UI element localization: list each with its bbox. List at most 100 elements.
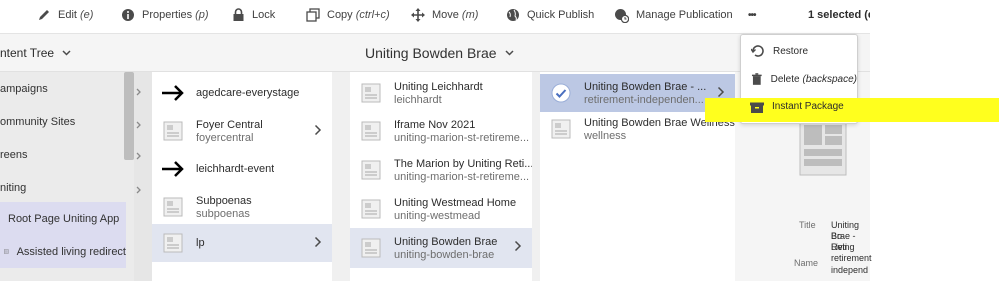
edit-label: Edit (58, 9, 77, 21)
chevron-right-icon[interactable] (314, 124, 322, 136)
page-thumbnail-icon (160, 230, 186, 256)
content-tree-rail: ampaigns ommunity Sites reens niting Roo… (0, 72, 152, 281)
page-title[interactable]: Uniting Bowden Brae (365, 34, 514, 72)
info-icon (122, 9, 134, 21)
content-tree-switcher[interactable]: ntent Tree (0, 34, 71, 72)
list-item[interactable]: Uniting Leichhardt leichhardt (350, 74, 532, 112)
rail-item-root-page[interactable]: Root Page Uniting App (0, 202, 126, 235)
rail-item-label: ampaigns (0, 82, 48, 95)
manage-publication-label: Manage Publication (636, 9, 733, 21)
quick-publish-button[interactable]: Quick Publish (506, 0, 594, 30)
item-title: Uniting Leichhardt (394, 80, 483, 93)
lock-button[interactable]: Lock (232, 0, 275, 30)
item-name: uniting-marion-st-retireme... (394, 170, 530, 183)
title-value-line: Living (831, 242, 855, 252)
list-item[interactable]: The Marion by Uniting Reti... uniting-mar… (350, 151, 532, 189)
copy-label: Copy (327, 9, 353, 21)
check-circle-icon[interactable] (548, 80, 574, 106)
move-icon (411, 8, 425, 22)
instant-package-menu-item[interactable]: Instant Package (772, 101, 844, 112)
name-value-line: independ (831, 265, 869, 275)
action-toolbar: Edit (e) Properties (p) Lock Copy (ctrl+… (0, 0, 870, 34)
name-value-line: retirement (831, 253, 872, 263)
column-1: agedcare-everystage Foyer Central foyerce… (152, 72, 332, 281)
move-shortcut: (m) (461, 9, 479, 21)
properties-shortcut: (p) (195, 9, 209, 21)
rail-item-label: ommunity Sites (0, 115, 76, 128)
item-title: Subpoenas (196, 194, 252, 207)
item-name: wellness (584, 129, 627, 142)
item-title: Uniting Bowden Brae - ... (584, 80, 707, 93)
list-item[interactable]: agedcare-everystage (152, 74, 332, 112)
item-title: lp (196, 237, 205, 249)
list-item-selected[interactable]: Uniting Bowden Brae uniting-bowden-brae (350, 228, 532, 268)
manage-publication-button[interactable]: Manage Publication (614, 0, 733, 30)
chevron-right-icon (136, 186, 141, 194)
properties-button[interactable]: Properties (p) (121, 0, 209, 30)
chevron-right-icon[interactable] (314, 236, 322, 248)
item-name: leichhardt (394, 93, 442, 106)
rail-item[interactable]: reens (0, 138, 126, 171)
list-item[interactable]: Subpoenas subpoenas (152, 188, 332, 226)
item-title: Uniting Bowden Brae (394, 235, 498, 248)
rail-item[interactable]: ampaigns (0, 72, 126, 105)
edit-button[interactable]: Edit (e) (37, 0, 93, 30)
arrow-right-icon (160, 80, 186, 106)
title-label: Title (799, 220, 816, 230)
column-separator (332, 72, 350, 281)
item-title: Uniting Westmead Home (394, 196, 517, 209)
chevron-right-icon[interactable] (514, 240, 522, 252)
page-thumbnail-icon (358, 157, 384, 183)
column-separator (532, 72, 540, 281)
rail-item[interactable]: niting (0, 171, 126, 204)
rail-item[interactable]: ommunity Sites (0, 105, 126, 138)
item-title: The Marion by Uniting Reti... (394, 157, 532, 170)
lock-label: Lock (252, 9, 276, 21)
rail-edge (134, 72, 152, 281)
delete-menu-item[interactable]: Delete (backspace) (741, 66, 857, 92)
move-button[interactable]: Move (m) (411, 0, 478, 30)
copy-icon (306, 8, 320, 22)
item-name: uniting-marion-st-retireme... (394, 131, 530, 144)
page-thumbnail-icon (358, 196, 384, 222)
list-item-selected[interactable]: lp (152, 224, 332, 262)
package-icon (750, 102, 764, 113)
item-title: agedcare-everystage (196, 87, 300, 99)
item-title: Foyer Central (196, 118, 263, 131)
page-thumbnail-icon (548, 116, 574, 142)
rail-item-label: Assisted living redirect (16, 245, 126, 258)
page-preview-icon (799, 120, 847, 176)
move-label: Move (432, 9, 459, 21)
list-item[interactable]: Uniting Westmead Home uniting-westmead (350, 190, 532, 228)
restore-menu-item[interactable]: Restore (741, 38, 857, 64)
item-name: foyercentral (196, 131, 254, 144)
lock-icon (233, 8, 244, 21)
item-name: uniting-bowden-brae (394, 248, 495, 261)
copy-shortcut: (ctrl+c) (355, 9, 390, 21)
quick-publish-label: Quick Publish (527, 9, 595, 21)
chevron-right-icon[interactable] (717, 86, 725, 98)
selection-count: 1 selected (es (808, 9, 870, 21)
rail-item-assisted-living[interactable]: Assisted living redirect (0, 235, 126, 268)
item-title: leichhardt-event (196, 163, 275, 175)
rail-scrollbar[interactable] (124, 72, 134, 160)
list-item[interactable]: leichhardt-event (152, 150, 332, 188)
item-name: uniting-westmead (394, 209, 481, 222)
restore-icon (751, 45, 764, 57)
globe-clock-icon (615, 8, 629, 23)
delete-shortcut: (backspace) (802, 73, 857, 85)
column-2: Uniting Leichhardt leichhardt Iframe Nov … (350, 72, 532, 281)
list-item[interactable]: Foyer Central foyercentral (152, 112, 332, 150)
chevron-right-icon (136, 88, 141, 96)
chevron-right-icon (136, 152, 141, 160)
page-thumbnail-icon (358, 235, 384, 261)
more-label: ••• (748, 9, 756, 21)
item-name: subpoenas (196, 207, 250, 220)
delete-label: Delete (770, 73, 800, 85)
list-item[interactable]: Iframe Nov 2021 uniting-marion-st-retirem… (350, 112, 532, 150)
properties-label: Properties (142, 9, 193, 21)
page-thumbnail-icon (358, 118, 384, 144)
more-actions-button[interactable]: ••• (748, 0, 756, 30)
page-title-label: Uniting Bowden Brae (365, 45, 497, 61)
copy-button[interactable]: Copy (ctrl+c) (306, 0, 390, 30)
